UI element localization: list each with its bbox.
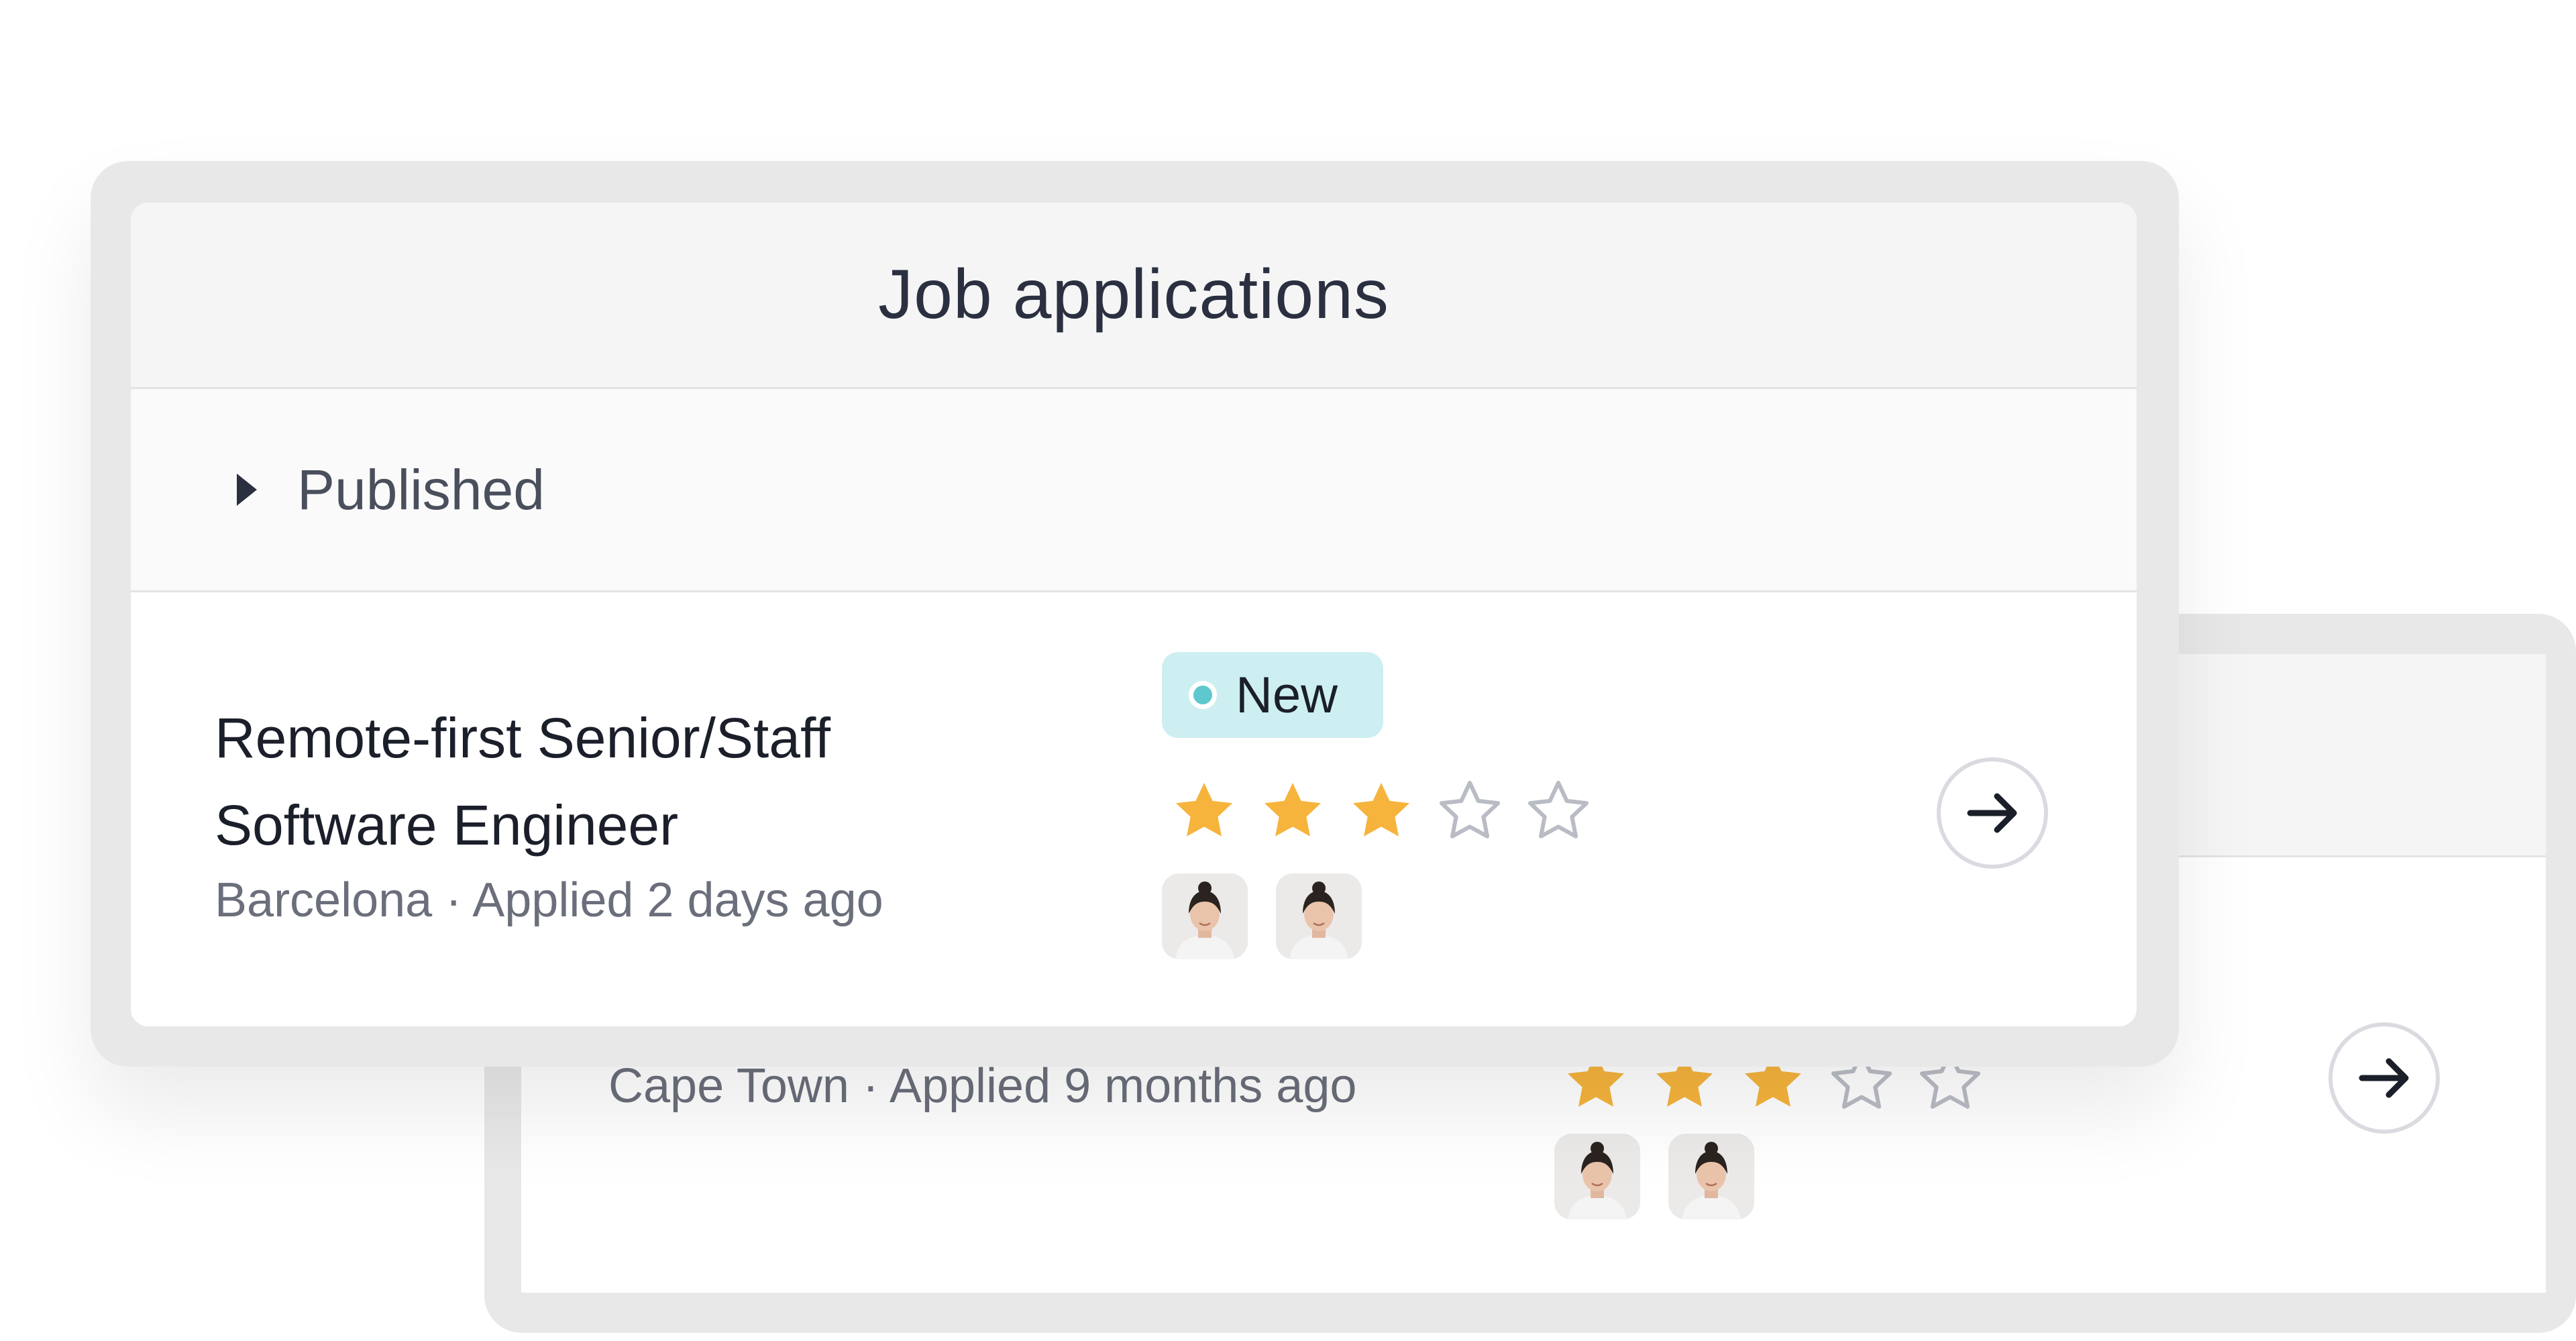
- star-icon: [1352, 782, 1410, 837]
- star-outline-icon: [1439, 780, 1501, 839]
- star-icon: [1175, 782, 1233, 837]
- status-dot-icon: [1189, 681, 1217, 709]
- job-applications-card: Job applications Published Remote-first …: [131, 203, 2137, 1026]
- arrow-right-icon[interactable]: [1935, 756, 2049, 870]
- avatar: [1162, 873, 1248, 959]
- star-icon: [1264, 782, 1322, 837]
- reviewer-avatars: [1162, 873, 1362, 959]
- rating-stars: [1169, 776, 1593, 846]
- section-label: Published: [297, 458, 545, 521]
- status-badge: New: [1162, 652, 1383, 738]
- section-toggle-published[interactable]: Published: [131, 389, 2137, 592]
- application-title-line1: Remote-first Senior/Staff: [215, 706, 831, 769]
- reviewer-avatars: [1554, 1134, 1754, 1220]
- application-title-line2: Software Engineer: [215, 794, 679, 857]
- card-title: Job applications: [878, 256, 1389, 333]
- card-header: Job applications: [131, 203, 2137, 389]
- application-subtitle: Barcelona · Applied 2 days ago: [215, 873, 883, 927]
- arrow-right-icon[interactable]: [2327, 1021, 2441, 1135]
- status-badge-label: New: [1236, 666, 1338, 724]
- avatar: [1276, 873, 1362, 959]
- caret-right-icon: [237, 474, 257, 506]
- avatar: [1668, 1134, 1754, 1220]
- application-title: Remote-first Senior/Staff Software Engin…: [215, 694, 1087, 869]
- avatar: [1554, 1134, 1640, 1220]
- star-outline-icon: [1527, 780, 1589, 839]
